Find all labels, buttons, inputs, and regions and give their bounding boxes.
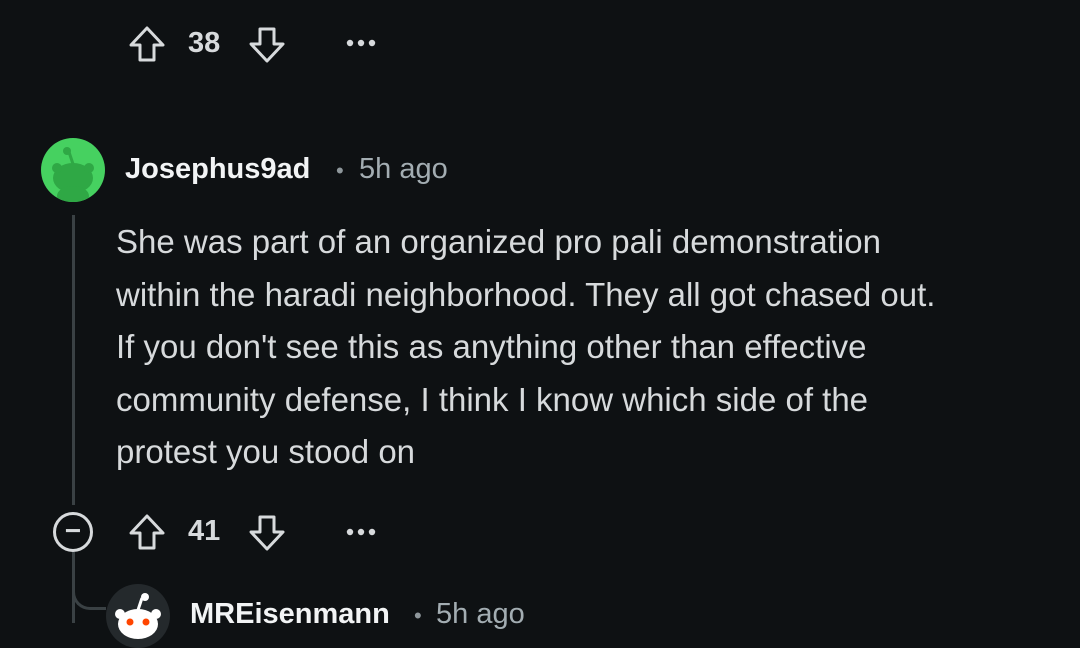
comment-username[interactable]: Josephus9ad: [125, 153, 310, 186]
comment-line: If you don't see this as anything other …: [116, 328, 867, 365]
comment-body: She was part of an organized pro pali de…: [116, 216, 1056, 479]
more-options-icon[interactable]: [346, 37, 376, 49]
upvote-icon[interactable]: [128, 513, 166, 551]
reply-avatar[interactable]: [106, 584, 170, 648]
collapse-button[interactable]: −: [53, 512, 93, 552]
avatar-icon: [115, 593, 161, 639]
downvote-icon[interactable]: [248, 514, 286, 552]
more-options-icon[interactable]: [346, 526, 376, 538]
comment-avatar[interactable]: [41, 138, 105, 202]
reply-username[interactable]: MREisenmann: [190, 598, 390, 631]
downvote-icon[interactable]: [248, 26, 286, 64]
meta-separator: •: [414, 603, 422, 628]
comment-line: She was part of an organized pro pali de…: [116, 223, 881, 260]
thread-line[interactable]: [72, 215, 75, 505]
upvote-icon[interactable]: [128, 25, 166, 63]
comment-line: within the haradi neighborhood. They all…: [116, 275, 936, 313]
top-action-row: 38: [0, 0, 1080, 90]
reply-connector: [72, 570, 106, 610]
vote-count: 41: [188, 515, 221, 547]
reply-timestamp: 5h ago: [436, 598, 525, 630]
comment-line: protest you stood on: [116, 433, 416, 470]
meta-separator: •: [336, 158, 344, 183]
comment-timestamp: 5h ago: [359, 153, 448, 185]
avatar-icon: [52, 147, 94, 202]
comment-line: community defense, I think I know which …: [116, 380, 869, 418]
vote-count: 38: [188, 27, 221, 59]
collapse-icon: −: [64, 514, 82, 546]
